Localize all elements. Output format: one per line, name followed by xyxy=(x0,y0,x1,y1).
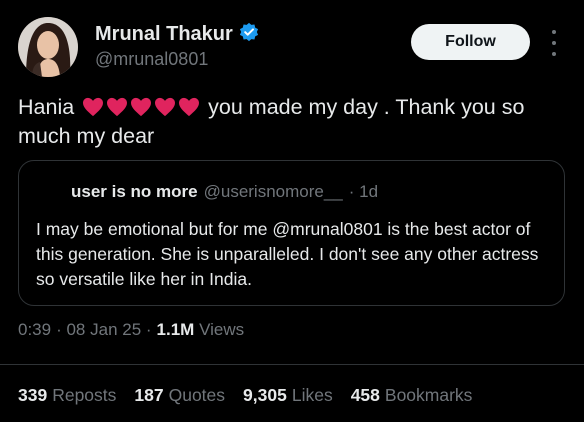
views-label: Views xyxy=(199,320,245,339)
quoted-author-handle[interactable]: @userisnomore__ xyxy=(204,182,343,202)
bookmarks-count: 458 xyxy=(350,385,380,405)
tweet-meta: 0:39 · 08 Jan 25 · 1.1M Views xyxy=(18,320,244,340)
quotes-count: 187 xyxy=(134,385,164,405)
follow-button[interactable]: Follow xyxy=(411,24,530,60)
quotes-stat[interactable]: 187 Quotes xyxy=(134,385,225,406)
author-handle[interactable]: @mrunal0801 xyxy=(95,49,208,70)
more-options-icon[interactable] xyxy=(548,30,560,56)
author-name[interactable]: Mrunal Thakur xyxy=(95,23,233,46)
likes-count: 9,305 xyxy=(243,385,287,405)
tweet-text-start: Hania xyxy=(18,95,75,119)
author-name-row: Mrunal Thakur xyxy=(95,22,259,47)
quoted-author-name[interactable]: user is no more xyxy=(71,182,198,202)
heart-icon xyxy=(179,97,200,117)
heart-icon xyxy=(83,97,104,117)
tweet-time[interactable]: 0:39 xyxy=(18,320,51,340)
engagement-stats: 339 Reposts 187 Quotes 9,305 Likes 458 Bookm… xyxy=(18,385,472,406)
views-count: 1.1M xyxy=(156,320,195,339)
avatar-photo xyxy=(18,17,78,77)
quoted-time: · 1d xyxy=(348,182,379,201)
likes-label: Likes xyxy=(291,385,333,405)
reposts-stat[interactable]: 339 Reposts xyxy=(18,385,116,406)
reposts-count: 339 xyxy=(18,385,48,405)
reposts-label: Reposts xyxy=(52,385,117,405)
heart-icon xyxy=(107,97,128,117)
verified-badge-icon xyxy=(239,22,259,47)
quoted-tweet-header: user is no more @userisnomore__ · 1d xyxy=(71,182,378,202)
heart-icon xyxy=(155,97,176,117)
author-avatar[interactable] xyxy=(18,17,78,77)
tweet-date[interactable]: · 08 Jan 25 · xyxy=(56,320,151,340)
bookmarks-stat[interactable]: 458 Bookmarks xyxy=(351,385,473,406)
likes-stat[interactable]: 9,305 Likes xyxy=(243,385,333,406)
quotes-label: Quotes xyxy=(168,385,226,405)
quoted-tweet-text: I may be emotional but for me @mrunal080… xyxy=(36,219,539,289)
tweet-text: Hania you made my day . Thank you so muc… xyxy=(18,93,568,151)
heart-icon xyxy=(131,97,152,117)
bookmarks-label: Bookmarks xyxy=(384,385,473,405)
divider xyxy=(0,364,584,365)
heart-emojis xyxy=(82,97,200,117)
